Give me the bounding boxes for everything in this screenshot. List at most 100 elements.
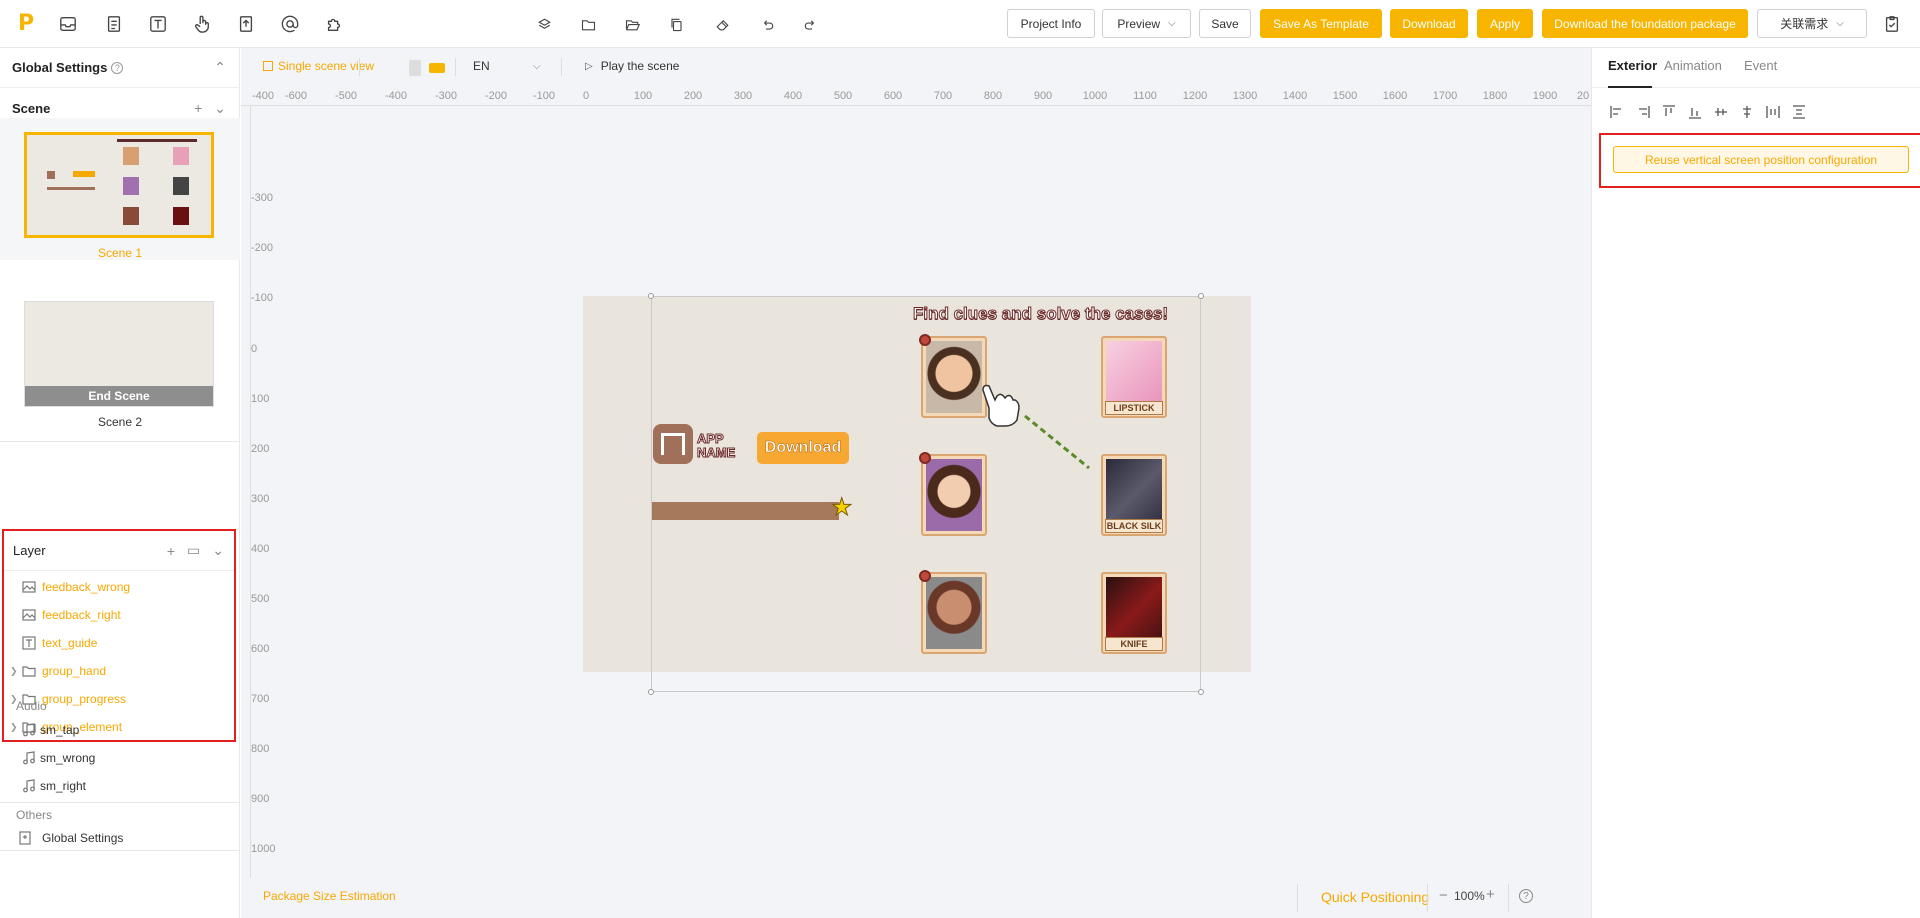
thumb-card (173, 177, 189, 195)
ruler-tick-label: -200 (251, 242, 274, 254)
align-bottom-icon[interactable] (1686, 103, 1704, 121)
chevron-down-icon[interactable]: ⌄ (214, 100, 226, 117)
layer-name: text_guide (42, 636, 98, 650)
align-horizontal-center-icon[interactable] (1738, 103, 1756, 121)
scene-thumbnail[interactable]: End Scene (24, 301, 214, 407)
music-note-icon (22, 751, 36, 765)
align-right-icon[interactable] (1634, 103, 1652, 121)
tab-animation[interactable]: Animation (1664, 58, 1722, 73)
tab-event[interactable]: Event (1744, 58, 1777, 73)
eraser-icon[interactable] (712, 14, 732, 34)
layer-item[interactable]: feedback_wrong (4, 573, 234, 601)
download-foundation-button[interactable]: Download the foundation package (1542, 9, 1748, 38)
layer-item[interactable]: text_guide (4, 629, 234, 657)
copy-icon[interactable] (666, 14, 686, 34)
save-button[interactable]: Save (1199, 9, 1251, 38)
thumb-download (73, 171, 95, 177)
quick-positioning-button[interactable]: Quick Positioning (1321, 889, 1429, 905)
collapse-icon[interactable]: ⌃ (214, 59, 226, 76)
audio-name: sm_wrong (40, 751, 96, 765)
thumb-card (173, 147, 189, 165)
resize-handle[interactable] (648, 293, 654, 299)
apply-button[interactable]: Apply (1477, 9, 1533, 38)
distribute-horizontal-icon[interactable] (1764, 103, 1782, 121)
resize-handle[interactable] (1198, 293, 1204, 299)
text-tool-icon[interactable] (148, 14, 168, 34)
align-vertical-center-icon[interactable] (1712, 103, 1730, 121)
align-top-icon[interactable] (1660, 103, 1678, 121)
folder-icon[interactable] (578, 14, 598, 34)
music-note-icon (22, 723, 36, 737)
ruler-tick-label: -300 (251, 192, 274, 204)
ruler-tick-label: 20 (1576, 90, 1590, 102)
chevron-down-icon: ⌵ (533, 60, 541, 72)
others-item[interactable]: Global Settings (0, 824, 238, 852)
play-scene-label: Play the scene (600, 59, 680, 73)
single-scene-view-toggle[interactable]: Single scene view (263, 59, 374, 73)
vertical-ruler: -300 -200 -100 0 100 200 300 400 500 600… (241, 106, 275, 918)
left-panel: Global Settings ? ⌃ Scene + ⌄ Scene 1 En… (0, 48, 240, 918)
scene-card-1-wrapper[interactable]: Scene 1 (0, 118, 240, 260)
ruler-tick-label: 400 (783, 90, 803, 102)
chevron-down-icon: ⌵ (1836, 18, 1844, 29)
audio-item[interactable]: sm_right (0, 772, 238, 800)
hand-pointer-icon[interactable] (192, 14, 212, 34)
redo-icon[interactable] (800, 14, 820, 34)
global-settings-header[interactable]: Global Settings ? ⌃ (0, 48, 240, 88)
scene-card-2[interactable]: End Scene Scene 2 (24, 301, 216, 429)
preview-dropdown[interactable]: Preview ⌵ (1102, 9, 1191, 38)
plugin-icon[interactable] (324, 14, 344, 34)
audio-item[interactable]: sm_wrong (0, 744, 238, 772)
resize-handle[interactable] (648, 689, 654, 695)
accent-color-swatch[interactable] (429, 63, 445, 73)
at-sign-icon[interactable] (280, 14, 300, 34)
layer-item[interactable]: ❯ group_hand (4, 657, 234, 685)
layers-icon[interactable] (534, 14, 554, 34)
selection-frame[interactable] (651, 296, 1201, 692)
ruler-tick-label: 1000 (1082, 90, 1108, 102)
reuse-config-highlight: Reuse vertical screen position configura… (1599, 133, 1920, 188)
ruler-tick-label: 1900 (1532, 90, 1558, 102)
divider (359, 58, 360, 76)
help-icon[interactable]: ? (1519, 889, 1533, 903)
chevron-down-icon[interactable]: ⌄ (212, 542, 224, 559)
save-as-template-button[interactable]: Save As Template (1260, 9, 1382, 38)
folder-open-icon[interactable] (622, 14, 642, 34)
undo-icon[interactable] (757, 14, 777, 34)
resize-handle[interactable] (1198, 689, 1204, 695)
scene-card-1[interactable]: Scene 1 (24, 132, 216, 260)
scene-thumbnail[interactable] (24, 132, 214, 238)
document-icon[interactable] (104, 14, 124, 34)
ruler-tick-label: 1300 (1232, 90, 1258, 102)
folder-add-icon[interactable]: ▭ (187, 542, 200, 559)
ruler-tick-label: 600 (251, 643, 270, 655)
tab-exterior[interactable]: Exterior (1608, 58, 1657, 73)
play-scene-button[interactable]: ▷ Play the scene (585, 59, 679, 73)
inbox-icon[interactable] (58, 14, 78, 34)
project-info-button[interactable]: Project Info (1007, 9, 1095, 38)
layer-item[interactable]: feedback_right (4, 601, 234, 629)
package-size-link[interactable]: Package Size Estimation (263, 889, 396, 903)
audio-item[interactable]: sm_tap (0, 716, 238, 744)
preview-label: Preview (1117, 16, 1161, 31)
download-button[interactable]: Download (1390, 9, 1468, 38)
upload-file-icon[interactable] (236, 14, 256, 34)
clipboard-check-icon[interactable] (1882, 14, 1902, 34)
horizontal-ruler: -400 -600 -500 -400 -300 -200 -100 0 100… (241, 86, 1591, 106)
reuse-vertical-config-button[interactable]: Reuse vertical screen position configura… (1613, 146, 1909, 173)
add-layer-icon[interactable]: + (167, 543, 175, 559)
expand-arrow-icon[interactable]: ❯ (10, 666, 18, 677)
bg-color-swatch[interactable] (409, 60, 421, 76)
divider (0, 441, 240, 442)
ruler-tick-label: 100 (251, 393, 270, 405)
related-requirement-dropdown[interactable]: 关联需求 ⌵ (1757, 9, 1867, 38)
zoom-out-button[interactable]: − (1439, 887, 1448, 904)
zoom-in-button[interactable]: + (1486, 886, 1495, 903)
language-select[interactable]: EN ⌵ (473, 59, 553, 73)
align-left-icon[interactable] (1608, 103, 1626, 121)
add-scene-icon[interactable]: + (194, 100, 202, 116)
alignment-toolbar (1608, 103, 1808, 123)
help-icon[interactable]: ? (111, 61, 124, 74)
distribute-vertical-icon[interactable] (1790, 103, 1808, 121)
app-logo-icon[interactable]: P (18, 12, 38, 36)
